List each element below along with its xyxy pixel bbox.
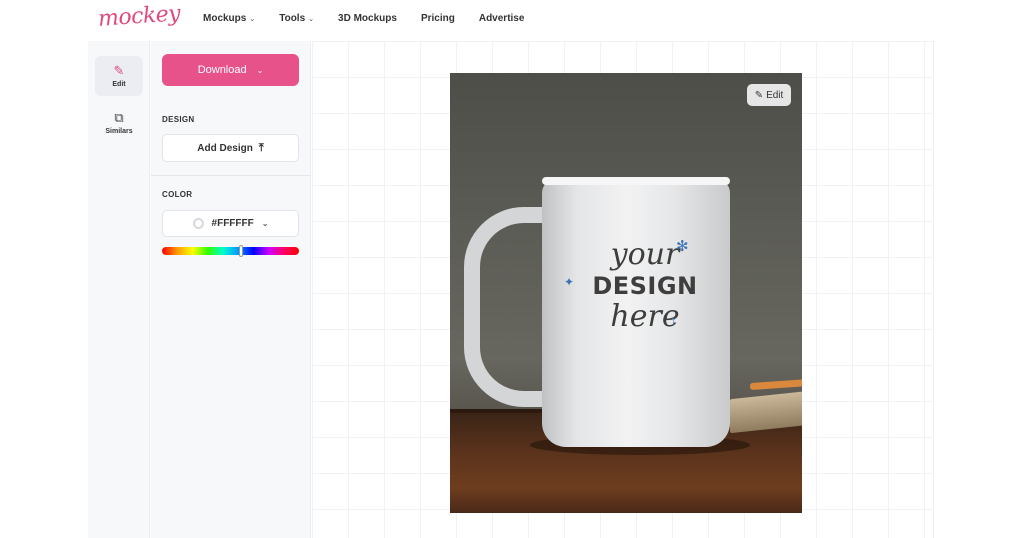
nav-item-mockups[interactable]: Mockups ⌄: [203, 13, 255, 24]
hue-slider-track[interactable]: [162, 247, 299, 255]
mug-rim: [542, 177, 730, 185]
rail-edit-label: Edit: [112, 81, 126, 88]
mockup-edit-label: Edit: [766, 89, 784, 101]
chevron-down-icon: ⌄: [308, 15, 315, 23]
nav-item-3d-mockups[interactable]: 3D Mockups: [338, 13, 397, 24]
color-dropdown[interactable]: #FFFFFF ⌄: [162, 210, 299, 237]
download-button[interactable]: Download ⌄: [162, 54, 299, 86]
top-navigation-bar: mockey Mockups ⌄ Tools ⌄ 3D Mockups Pric…: [0, 0, 1024, 40]
sparkle-icon: ✦: [564, 275, 575, 289]
print-line-2: DESIGN: [592, 272, 698, 300]
pencil-icon: ✎: [113, 63, 125, 78]
tool-rail: ✎ Edit ⧉ Similars: [88, 41, 150, 538]
add-design-label: Add Design: [197, 142, 253, 154]
print-line-1: your: [610, 237, 680, 272]
nav-item-pricing[interactable]: Pricing: [421, 13, 455, 24]
similars-icon: ⧉: [114, 110, 124, 125]
nav-item-label: Advertise: [478, 13, 525, 24]
mug-print-design: your DESIGN here: [570, 239, 720, 333]
pencil-icon: ✎: [754, 89, 764, 101]
download-label: Download: [197, 64, 247, 76]
upload-icon: ⤒: [258, 141, 264, 154]
sparkle-icon: ✻: [676, 238, 689, 255]
mockup-edit-button[interactable]: ✎ Edit: [747, 84, 791, 106]
chevron-down-icon: ⌄: [261, 219, 269, 228]
mockey-logo[interactable]: mockey: [97, 1, 181, 32]
color-section-title: COLOR: [162, 190, 193, 199]
main-nav: Mockups ⌄ Tools ⌄ 3D Mockups Pricing Adv…: [203, 13, 548, 24]
edit-panel: Download ⌄ DESIGN Add Design ⤒ COLOR #FF…: [151, 41, 311, 538]
nav-item-label: 3D Mockups: [338, 13, 397, 24]
chevron-down-icon: ⌄: [256, 65, 264, 75]
rail-similars-label: Similars: [105, 128, 133, 135]
nav-item-label: Pricing: [420, 13, 455, 24]
nav-item-advertise[interactable]: Advertise: [479, 13, 525, 24]
print-line-3: here: [610, 299, 680, 334]
design-section-title: DESIGN: [162, 115, 195, 124]
pencil-prop: [749, 378, 802, 391]
rail-similars-button[interactable]: ⧉ Similars: [95, 103, 143, 143]
mug-handle: [464, 207, 554, 407]
nav-item-label: Mockups: [203, 13, 247, 24]
chevron-down-icon: ⌄: [249, 15, 256, 23]
nav-item-label: Tools: [279, 13, 306, 24]
rail-edit-button[interactable]: ✎ Edit: [95, 56, 143, 96]
section-divider: [151, 175, 311, 176]
add-design-button[interactable]: Add Design ⤒: [162, 134, 299, 162]
hue-slider-handle[interactable]: [239, 245, 243, 257]
nav-item-tools[interactable]: Tools ⌄: [279, 13, 314, 24]
arrow-up-icon: ↑: [670, 313, 677, 328]
color-value: #FFFFFF: [211, 218, 254, 229]
color-swatch: [192, 218, 204, 229]
mug-mockup-preview: your DESIGN here ✻ ✦ ↑: [450, 73, 802, 513]
